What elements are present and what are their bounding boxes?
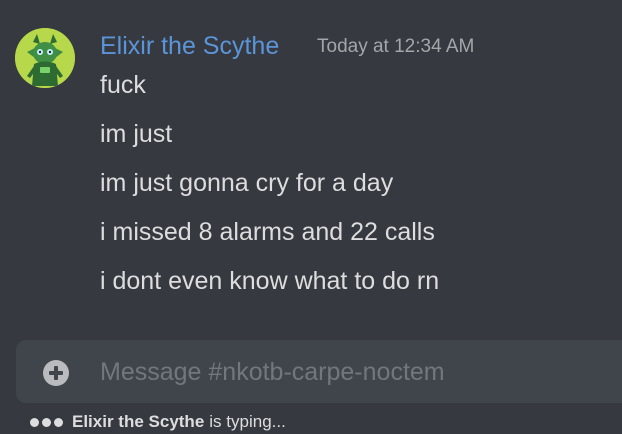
message-text: i missed 8 alarms and 22 calls	[100, 218, 435, 246]
chat-window: Elixir the Scythe Today at 12:34 AM fuck…	[0, 0, 622, 434]
typing-dots-icon	[30, 417, 66, 427]
message-text: im just	[100, 120, 173, 148]
typing-indicator: Elixir the Scythe is typing...	[30, 410, 286, 434]
message-text: im just gonna cry for a day	[100, 169, 394, 197]
author-username[interactable]: Elixir the Scythe	[100, 30, 279, 62]
typing-username: Elixir the Scythe	[72, 412, 205, 431]
message-text: i dont even know what to do rn	[100, 267, 440, 295]
typing-suffix: is typing...	[209, 412, 286, 431]
message-text: fuck	[100, 71, 146, 99]
green-creature-avatar-icon	[15, 28, 75, 88]
user-avatar[interactable]	[15, 28, 75, 88]
plus-circle-icon[interactable]	[43, 360, 69, 386]
message-input[interactable]	[100, 354, 600, 390]
message-list: fuck im just im just gonna cry for a day…	[100, 68, 439, 313]
message-timestamp: Today at 12:34 AM	[317, 36, 475, 57]
